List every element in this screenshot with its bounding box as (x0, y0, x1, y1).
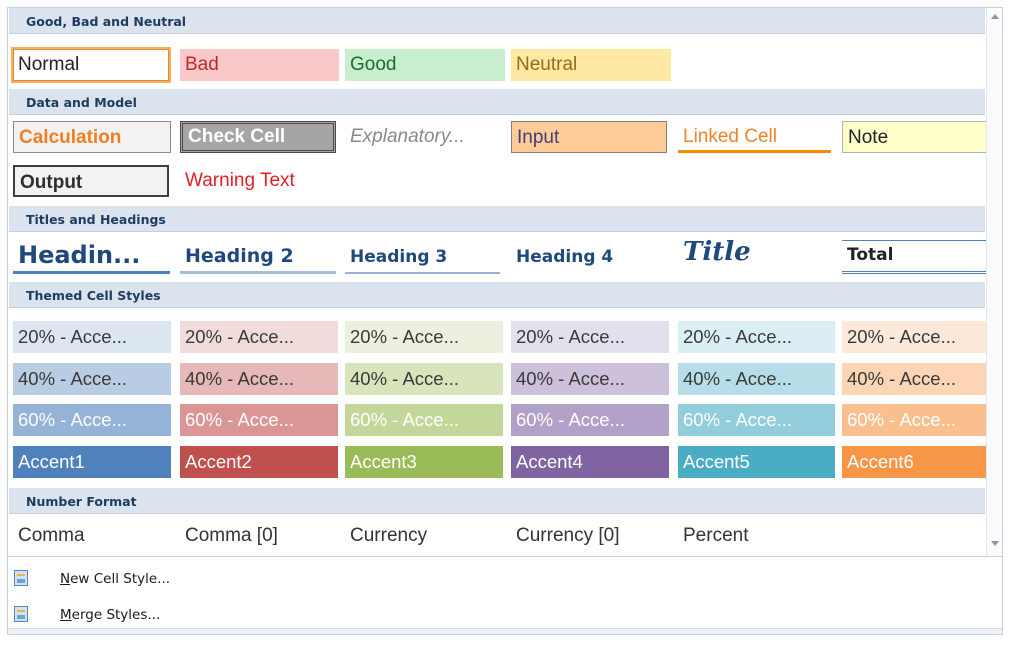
style-20-accent5[interactable]: 20% - Acce... (678, 321, 835, 353)
style-linked-cell[interactable]: Linked Cell (678, 121, 831, 153)
scroll-down-arrow-icon[interactable] (991, 541, 999, 546)
style-comma[interactable]: Comma (13, 520, 171, 552)
style-comma-0[interactable]: Comma [0] (180, 520, 338, 552)
style-40-accent6[interactable]: 40% - Acce... (842, 363, 998, 395)
section-title: Number Format (26, 494, 137, 509)
style-check-cell[interactable]: Check Cell (180, 121, 336, 153)
menu-item-merge-styles[interactable]: Merge Styles... (8, 601, 408, 629)
style-neutral[interactable]: Neutral (511, 49, 671, 81)
style-explanatory[interactable]: Explanatory... (345, 121, 503, 153)
merge-styles-icon (14, 606, 28, 622)
style-20-accent2[interactable]: 20% - Acce... (180, 321, 338, 353)
style-title[interactable]: Title (678, 234, 835, 272)
style-60-accent1[interactable]: 60% - Acce... (13, 404, 171, 436)
style-calculation[interactable]: Calculation (13, 121, 171, 153)
new-cell-style-icon (14, 570, 28, 586)
style-output[interactable]: Output (13, 165, 169, 197)
style-heading-2[interactable]: Heading 2 (180, 240, 336, 274)
cell-styles-gallery: Good, Bad and Neutral Normal Bad Good Ne… (7, 7, 1003, 557)
style-60-accent4[interactable]: 60% - Acce... (511, 404, 669, 436)
section-title: Data and Model (26, 95, 137, 110)
style-accent-accent3[interactable]: Accent3 (345, 446, 503, 478)
section-header-data-model: Data and Model (9, 89, 985, 115)
style-accent-accent5[interactable]: Accent5 (678, 446, 835, 478)
section-header-themed-cell-styles: Themed Cell Styles (9, 282, 985, 308)
section-title: Good, Bad and Neutral (26, 14, 187, 29)
style-input[interactable]: Input (511, 121, 667, 153)
section-header-good-bad-neutral: Good, Bad and Neutral (9, 8, 985, 34)
style-60-accent5[interactable]: 60% - Acce... (678, 404, 835, 436)
resize-grip[interactable] (8, 628, 1002, 634)
style-normal[interactable]: Normal (11, 47, 171, 83)
section-header-titles-headings: Titles and Headings (9, 206, 985, 232)
section-title: Themed Cell Styles (26, 288, 161, 303)
style-20-accent3[interactable]: 20% - Acce... (345, 321, 503, 353)
style-currency-0[interactable]: Currency [0] (511, 520, 669, 552)
style-accent-accent4[interactable]: Accent4 (511, 446, 669, 478)
style-heading-4[interactable]: Heading 4 (511, 240, 669, 274)
style-20-accent6[interactable]: 20% - Acce... (842, 321, 998, 353)
style-currency[interactable]: Currency (345, 520, 503, 552)
style-accent-accent6[interactable]: Accent6 (842, 446, 998, 478)
menu-label-new-cell-style: New Cell Style... (60, 571, 171, 587)
style-total[interactable]: Total (842, 240, 996, 274)
style-accent-accent1[interactable]: Accent1 (13, 446, 171, 478)
style-40-accent3[interactable]: 40% - Acce... (345, 363, 503, 395)
style-warning-text[interactable]: Warning Text (180, 165, 340, 197)
style-40-accent5[interactable]: 40% - Acce... (678, 363, 835, 395)
gallery-menu: New Cell Style... Merge Styles... (7, 557, 1003, 635)
gallery-scrollbar[interactable] (986, 8, 1002, 556)
style-note[interactable]: Note (842, 121, 998, 153)
style-40-accent4[interactable]: 40% - Acce... (511, 363, 669, 395)
scroll-up-arrow-icon[interactable] (991, 14, 999, 19)
style-good[interactable]: Good (345, 49, 505, 81)
style-60-accent6[interactable]: 60% - Acce... (842, 404, 998, 436)
section-header-number-format: Number Format (9, 488, 985, 514)
style-20-accent1[interactable]: 20% - Acce... (13, 321, 171, 353)
menu-item-new-cell-style[interactable]: New Cell Style... (8, 565, 408, 593)
style-percent[interactable]: Percent (678, 520, 836, 552)
style-60-accent2[interactable]: 60% - Acce... (180, 404, 338, 436)
style-bad[interactable]: Bad (180, 49, 339, 81)
style-40-accent1[interactable]: 40% - Acce... (13, 363, 171, 395)
style-heading-3[interactable]: Heading 3 (345, 240, 500, 274)
style-40-accent2[interactable]: 40% - Acce... (180, 363, 338, 395)
style-heading-1[interactable]: Headin... (13, 238, 170, 274)
menu-label-merge-styles: Merge Styles... (60, 607, 161, 623)
style-60-accent3[interactable]: 60% - Acce... (345, 404, 503, 436)
style-accent-accent2[interactable]: Accent2 (180, 446, 338, 478)
style-20-accent4[interactable]: 20% - Acce... (511, 321, 669, 353)
section-title: Titles and Headings (26, 212, 166, 227)
